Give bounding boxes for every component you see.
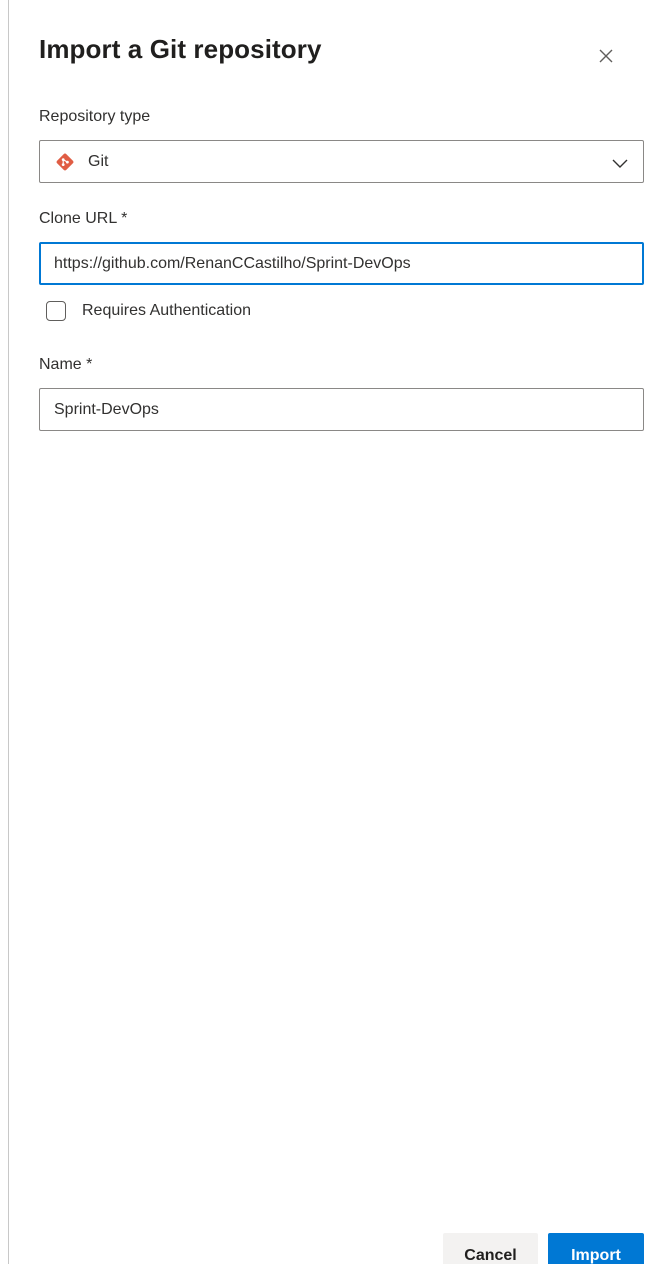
close-button[interactable]	[592, 42, 620, 70]
git-icon	[54, 151, 76, 173]
name-label: Name *	[39, 356, 93, 373]
checkbox-box[interactable]	[46, 301, 66, 321]
close-icon	[599, 49, 613, 63]
dialog-title: Import a Git repository	[39, 34, 322, 64]
cancel-button[interactable]: Cancel	[443, 1233, 538, 1264]
panel-left-border	[8, 0, 9, 1264]
import-repository-panel: Import a Git repository Repository type …	[0, 0, 664, 1264]
repository-type-dropdown[interactable]: Git	[39, 140, 644, 183]
repository-type-label: Repository type	[39, 108, 151, 125]
requires-authentication-checkbox[interactable]: Requires Authentication	[46, 301, 251, 321]
requires-authentication-label: Requires Authentication	[82, 302, 251, 319]
chevron-down-icon	[612, 159, 628, 168]
clone-url-input[interactable]	[39, 242, 644, 285]
name-input[interactable]	[39, 388, 644, 431]
repository-type-value: Git	[88, 152, 109, 170]
import-button[interactable]: Import	[548, 1233, 644, 1264]
clone-url-label: Clone URL *	[39, 210, 128, 227]
